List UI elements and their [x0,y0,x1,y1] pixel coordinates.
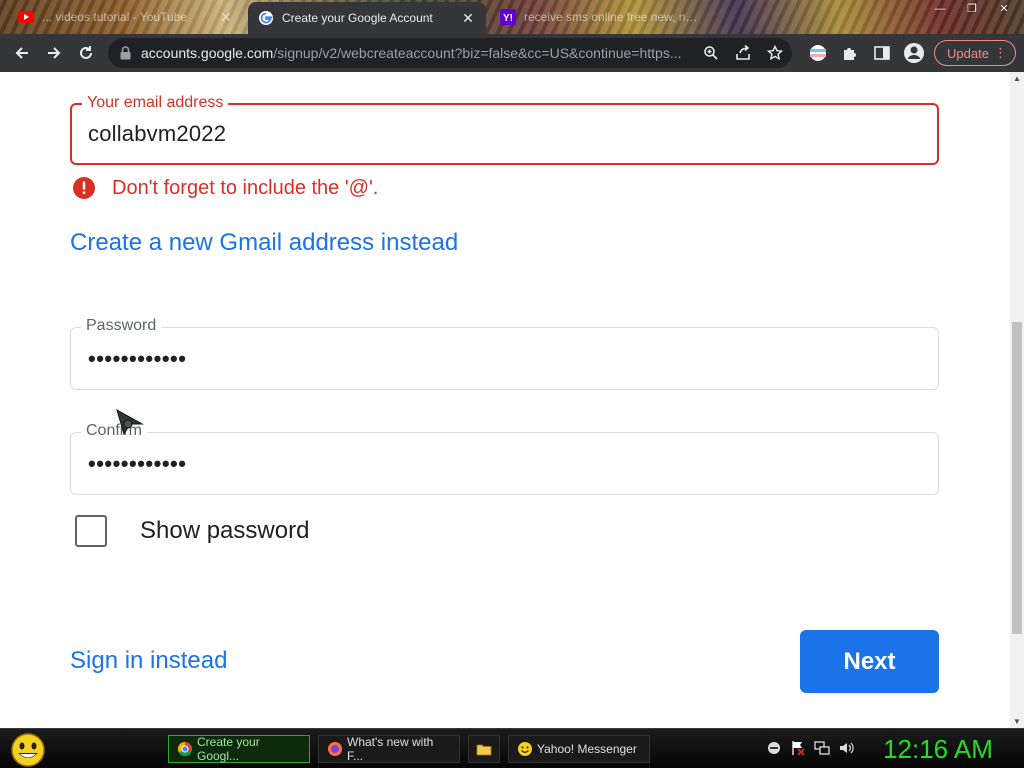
forward-arrow-icon[interactable] [38,37,70,69]
tab-youtube[interactable]: ... videos tutorial - YouTube ✕ [8,2,244,32]
flag-tray-icon[interactable] [790,739,806,757]
create-gmail-link[interactable]: Create a new Gmail address instead [70,229,458,257]
email-value: collabvm2022 [88,121,227,146]
taskbar-item-label: What's new with F... [347,735,434,763]
maximize-icon[interactable]: ❐ [956,2,988,18]
taskbar-item-folder[interactable] [468,735,500,763]
bookmark-star-icon[interactable] [764,42,786,64]
scroll-down-icon[interactable]: ▼ [1013,717,1021,726]
show-password-label: Show password [140,517,310,544]
messenger-tray-icon[interactable] [766,739,782,757]
messenger-icon [517,741,533,757]
taskbar-clock[interactable]: 12:16 AM [872,731,1004,767]
window-controls: — ❐ ✕ [924,2,1020,18]
zoom-icon[interactable] [700,42,722,64]
url-host: accounts.google.com [141,45,274,61]
youtube-icon [18,9,34,25]
tab-title: ... videos tutorial - YouTube [42,10,187,24]
signup-page: Your email address collabvm2022 Don't fo… [0,72,1010,728]
extensions-puzzle-icon[interactable] [838,41,862,65]
network-tray-icon[interactable] [814,739,830,757]
close-tab-icon[interactable]: ✕ [460,10,476,27]
scrollbar-thumb[interactable] [1012,322,1022,634]
profile-avatar-icon[interactable] [902,41,926,65]
profile-flag-icon[interactable] [806,41,830,65]
taskbar: Create your Googl... What's new with F..… [0,728,1024,768]
update-button[interactable]: Update ⋮ [934,40,1016,66]
taskbar-item-yahoo-messenger[interactable]: Yahoo! Messenger [508,735,650,763]
share-icon[interactable] [732,42,754,64]
back-arrow-icon[interactable] [6,37,38,69]
more-menu-icon[interactable]: ⋮ [994,45,1007,61]
taskbar-item-chrome[interactable]: Create your Googl... [168,735,310,763]
side-panel-icon[interactable] [870,41,894,65]
tab-title: Create your Google Account [282,11,433,25]
svg-text:Y!: Y! [503,13,513,24]
show-password-row[interactable]: Show password [75,515,309,547]
start-smiley-icon[interactable] [8,731,48,767]
firefox-icon [327,741,343,757]
browser-toolbar: accounts.google.com /signup/v2/webcreate… [0,34,1024,72]
confirm-value: •••••••••••• [88,450,187,476]
google-icon [258,10,274,26]
taskbar-item-label: Create your Googl... [197,735,260,763]
extension-area [806,38,926,68]
page-scrollbar[interactable]: ▲ ▼ [1010,72,1024,728]
url-path: /signup/v2/webcreateaccount?biz=false&cc… [273,45,682,61]
sign-in-link[interactable]: Sign in instead [70,647,227,675]
chrome-icon [177,741,193,757]
password-value: •••••••••••• [88,345,187,371]
taskbar-item-label: Yahoo! Messenger [537,742,637,756]
folder-icon [476,741,492,757]
update-label: Update [947,45,989,61]
browser-tab-strip: ... videos tutorial - YouTube ✕ Create y… [0,0,1024,34]
system-tray [766,739,854,757]
taskbar-item-firefox[interactable]: What's new with F... [318,735,460,763]
close-tab-icon[interactable]: ✕ [218,9,234,26]
tab-receive-sms[interactable]: Y! receive sms online free new, num [490,2,710,32]
mouse-cursor-icon [116,408,144,436]
error-icon [73,177,95,199]
tab-title: receive sms online free new, num [524,10,700,24]
volume-tray-icon[interactable] [838,739,854,757]
scroll-up-icon[interactable]: ▲ [1013,74,1021,83]
yahoo-icon: Y! [500,9,516,25]
email-field[interactable]: Your email address collabvm2022 [70,94,939,165]
reload-icon[interactable] [70,37,102,69]
minimize-icon[interactable]: — [924,2,956,18]
close-window-icon[interactable]: ✕ [988,2,1020,18]
next-button[interactable]: Next [800,630,939,693]
error-text: Don't forget to include the '@'. [112,176,379,199]
lock-icon[interactable] [120,46,131,60]
show-password-checkbox[interactable] [75,515,107,547]
confirm-password-field[interactable]: Confirm •••••••••••• [70,422,939,495]
email-error: Don't forget to include the '@'. [72,176,378,200]
password-field[interactable]: Password •••••••••••• [70,317,939,390]
tab-create-google-account[interactable]: Create your Google Account ✕ [248,2,486,34]
address-bar[interactable]: accounts.google.com /signup/v2/webcreate… [108,38,792,68]
